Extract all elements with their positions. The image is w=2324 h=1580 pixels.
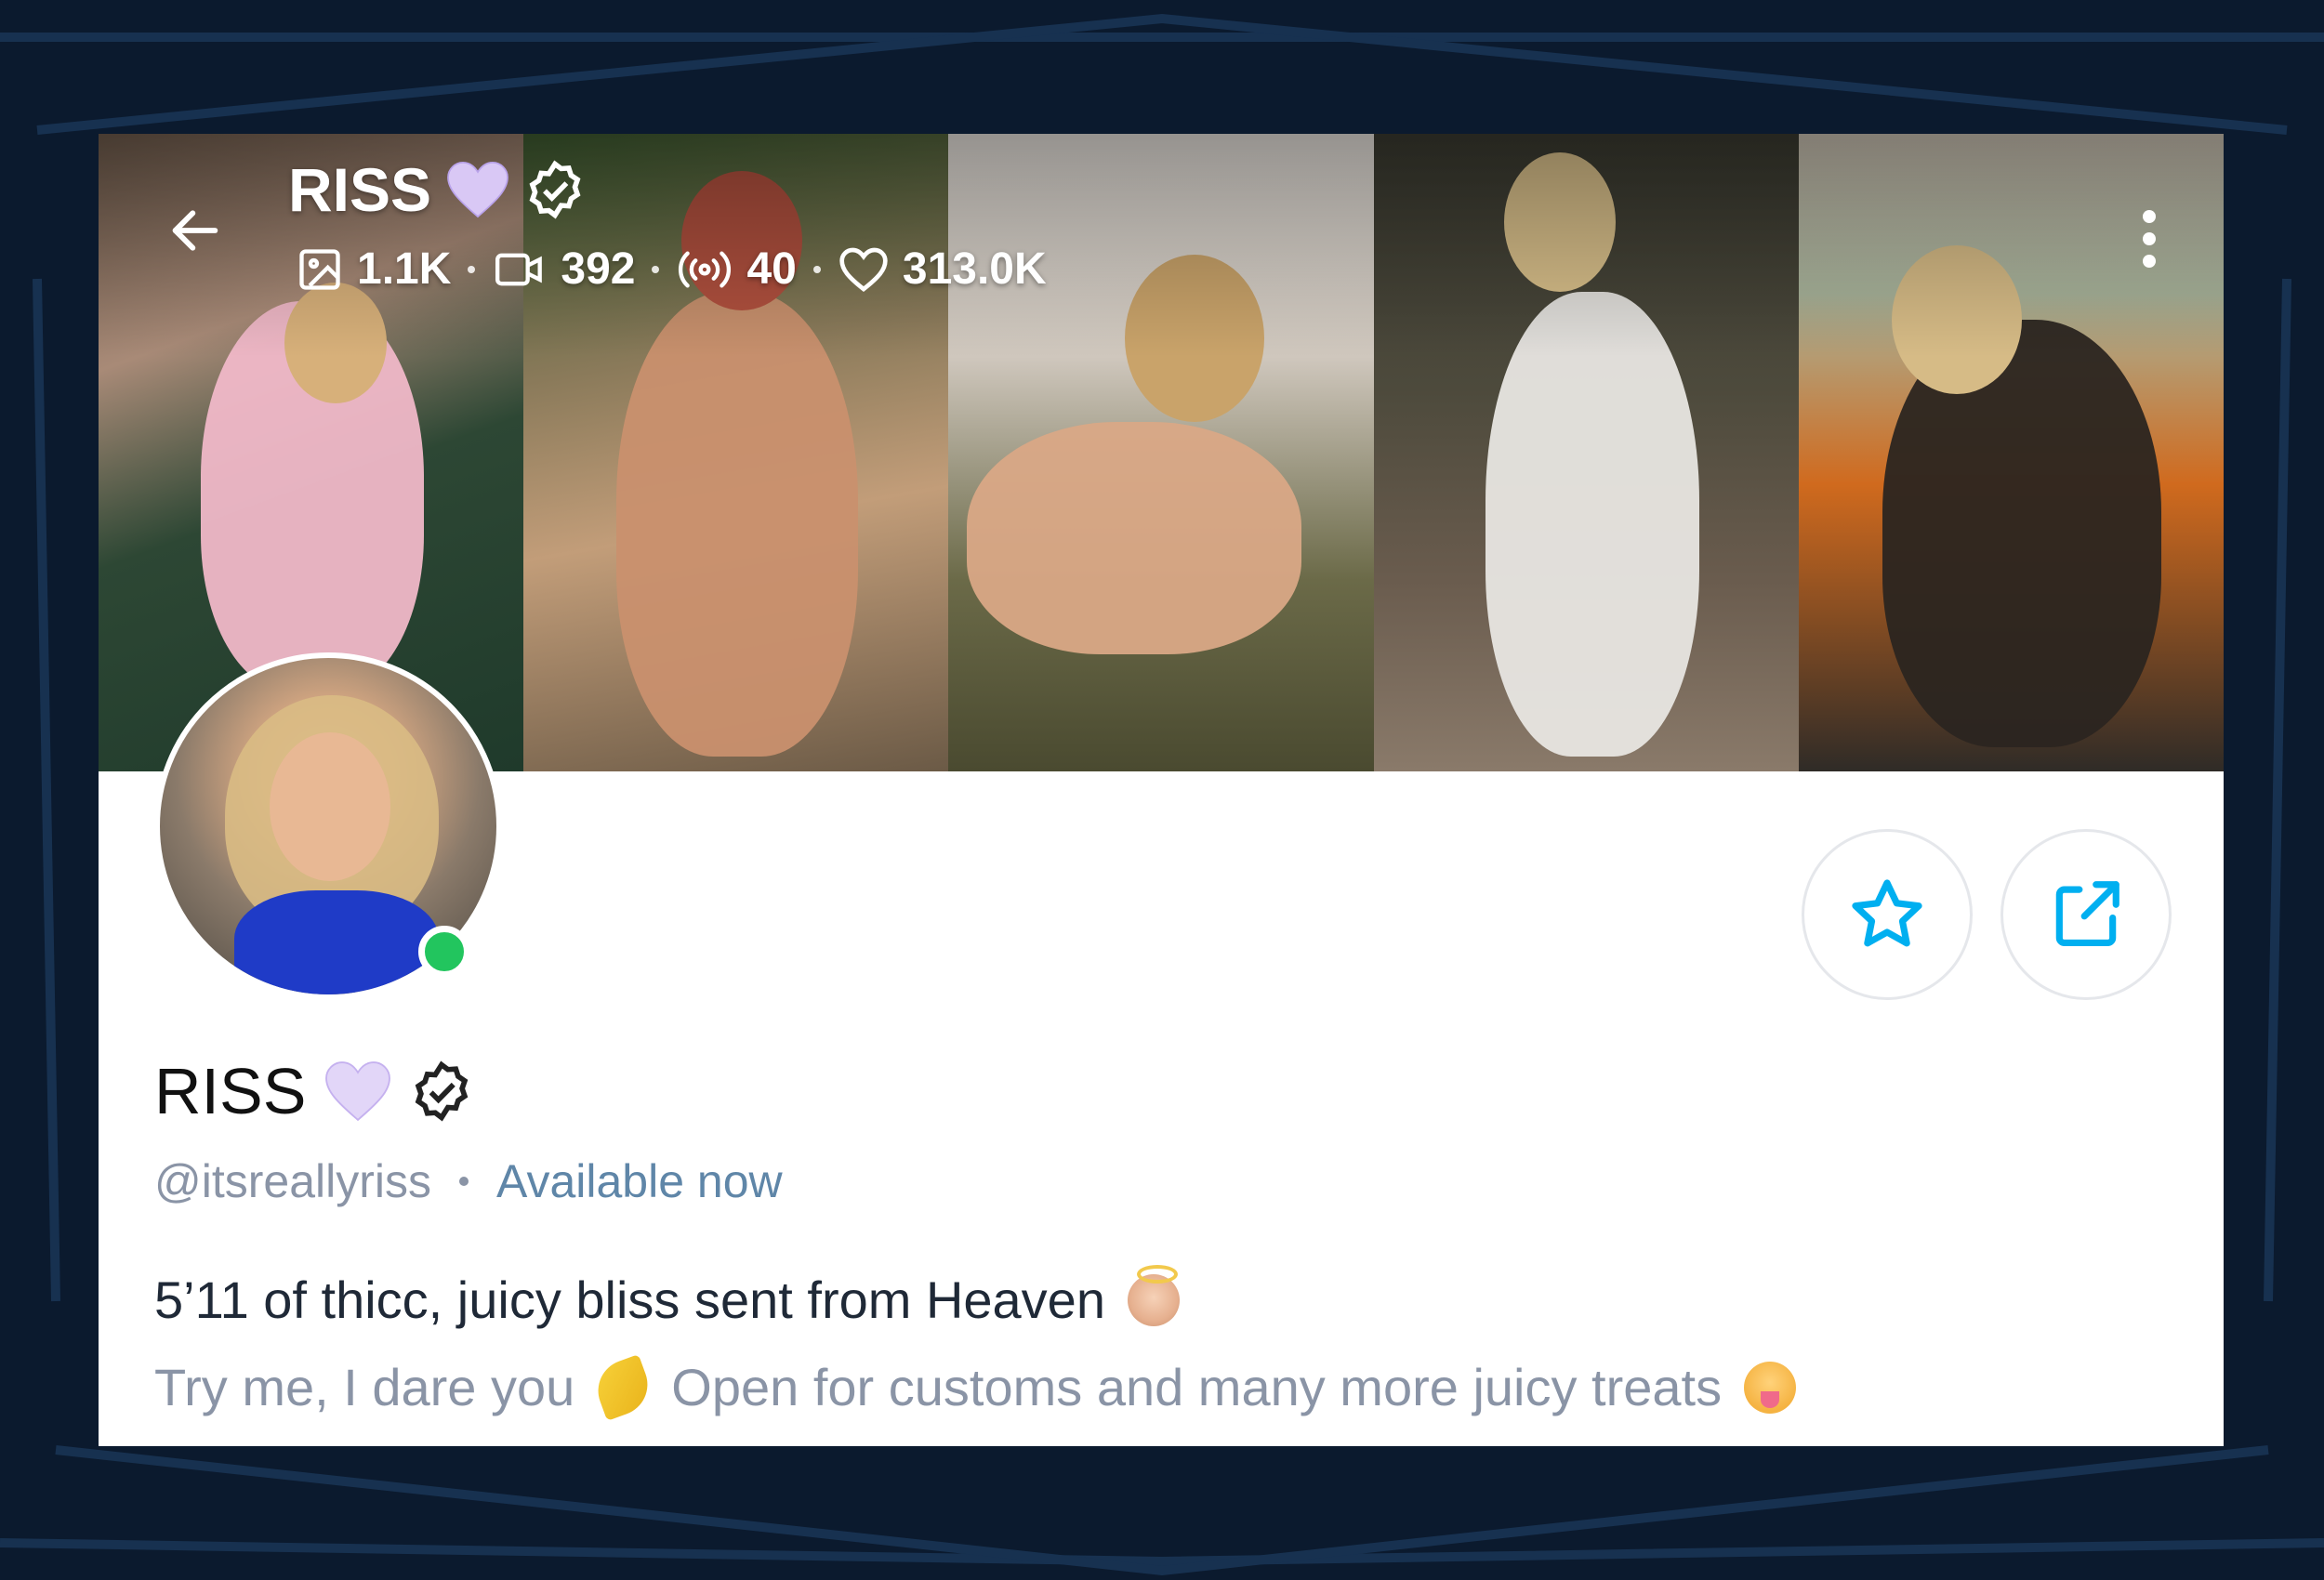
share-button[interactable] (2000, 829, 2172, 1000)
profile-card: RISS 1.1K 392 40 313.0K RISS @itsreallyr… (99, 134, 2224, 1446)
bio-text-2a: Try me, I dare you (154, 1358, 575, 1416)
separator-dot (652, 265, 660, 273)
image-icon (299, 248, 340, 290)
heart-icon (839, 247, 888, 292)
stat-photos: 1.1K (296, 244, 451, 295)
video-icon (495, 253, 543, 285)
profile-name: RISS (154, 1055, 307, 1127)
bio-text-1: 5’11 of thicc, juicy bliss sent from Hea… (154, 1271, 1105, 1329)
share-icon (2055, 881, 2119, 947)
separator-dot (812, 265, 821, 273)
separator-dot (468, 265, 476, 273)
header-title: RISS (288, 154, 586, 225)
streams-count: 40 (746, 244, 797, 294)
avatar-top (234, 890, 439, 994)
separator-dot (459, 1177, 469, 1186)
broadcast-icon (679, 251, 732, 287)
stat-likes: 313.0K (838, 244, 1047, 295)
arrow-left-icon (172, 210, 218, 251)
stat-streams: 40 (676, 244, 797, 295)
profile-handle[interactable]: @itsreallyriss (154, 1154, 431, 1208)
bio-line-2: Try me, I dare you Open for customs and … (154, 1353, 1797, 1421)
bio-line-1: 5’11 of thicc, juicy bliss sent from Hea… (154, 1264, 1180, 1330)
likes-count: 313.0K (902, 244, 1047, 294)
heart-emoji-icon (325, 1061, 391, 1122)
star-icon (1852, 879, 1922, 947)
profile-name-row: RISS (154, 1054, 473, 1128)
availability-status: Available now (496, 1155, 783, 1207)
baby-angel-emoji-icon (1127, 1264, 1180, 1326)
favorite-button[interactable] (1802, 829, 1973, 1000)
cover-banner[interactable] (99, 134, 2224, 771)
avatar-face (270, 732, 390, 881)
stat-videos: 392 (492, 244, 635, 295)
header-name: RISS (288, 155, 432, 224)
videos-count: 392 (561, 244, 636, 294)
more-options-button[interactable] (2131, 197, 2168, 281)
photos-count: 1.1K (357, 244, 452, 294)
profile-subline: @itsreallyriss Available now (154, 1154, 783, 1208)
bio-text-2b: Open for customs and many more juicy tre… (671, 1358, 1723, 1416)
back-button[interactable] (162, 197, 229, 264)
more-vertical-icon (2143, 210, 2156, 223)
verified-icon (416, 1060, 469, 1122)
more-dot (2143, 232, 2156, 245)
heart-emoji-icon (447, 162, 508, 218)
verified-icon (529, 160, 581, 219)
online-indicator (418, 926, 470, 978)
tongue-face-emoji-icon (1744, 1361, 1797, 1414)
header-stats: 1.1K 392 40 313.0K (296, 244, 1047, 295)
more-dot (2143, 255, 2156, 268)
banana-emoji-icon (589, 1353, 657, 1421)
